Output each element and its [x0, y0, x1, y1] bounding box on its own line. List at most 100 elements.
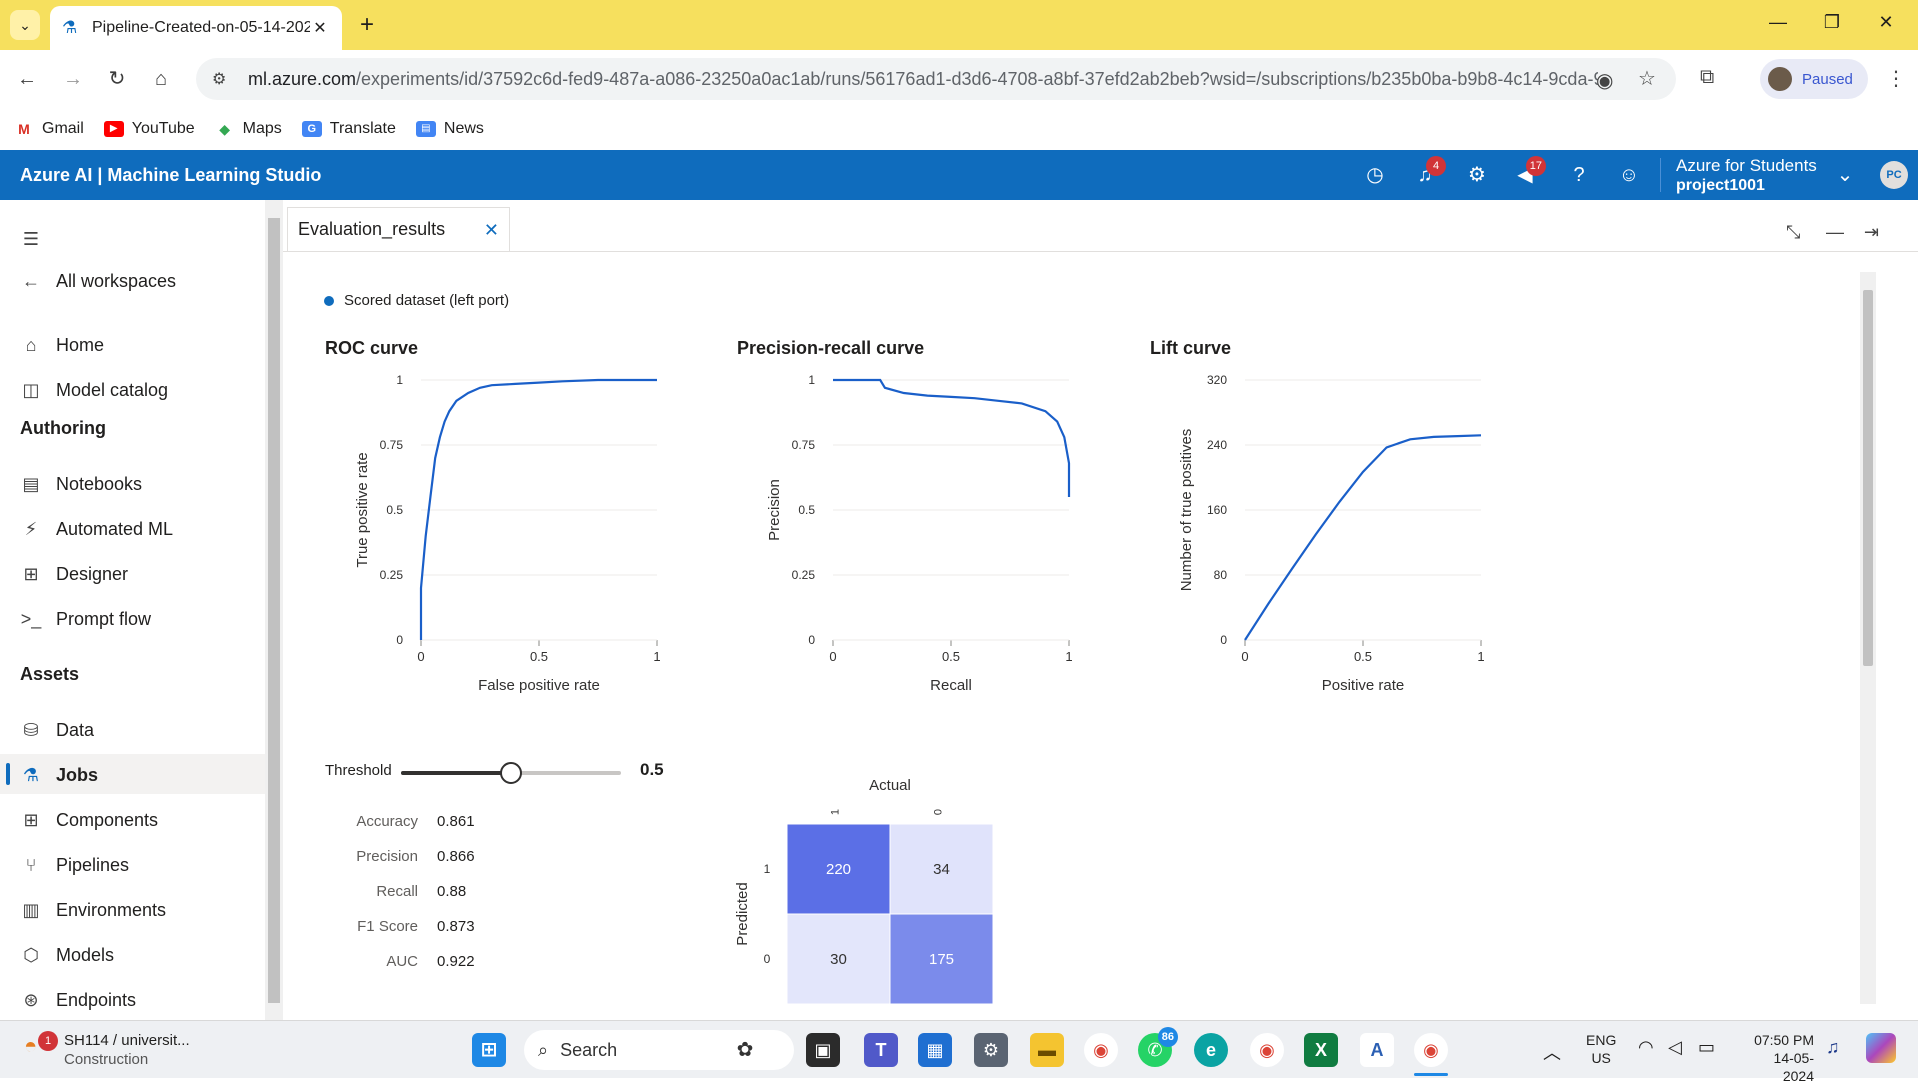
- lift-y-axis-label: Number of true positives: [1178, 429, 1195, 592]
- series-legend[interactable]: Scored dataset (left port): [324, 292, 509, 309]
- sidebar-label: Environments: [56, 899, 167, 920]
- extensions-icon[interactable]: ⧉: [1700, 66, 1714, 89]
- bookmark-gmail[interactable]: M Gmail: [14, 120, 84, 138]
- battery-icon[interactable]: ▭: [1698, 1037, 1715, 1058]
- sidebar-label: All workspaces: [56, 270, 177, 291]
- sidebar-item-notebooks[interactable]: ▤ Notebooks: [20, 467, 142, 501]
- eye-off-icon[interactable]: ◉: [1596, 68, 1613, 93]
- sidebar-scrollbar-thumb[interactable]: [268, 218, 280, 1003]
- whatsapp-icon[interactable]: ✆ 86: [1138, 1027, 1178, 1067]
- settings-gear-icon[interactable]: ⚙: [1462, 162, 1492, 188]
- gmail-icon: M: [18, 121, 30, 137]
- bookmark-youtube[interactable]: ▶ YouTube: [103, 120, 195, 138]
- url-text[interactable]: ml.azure.com/experiments/id/37592c6d-fed…: [248, 69, 1598, 90]
- chrome-icon[interactable]: ◉: [1084, 1033, 1118, 1067]
- catalog-icon: ◫: [22, 379, 40, 400]
- weather-icon[interactable]: ◓ 1: [24, 1031, 58, 1067]
- app-brand[interactable]: Azure AI | Machine Learning Studio: [20, 165, 321, 186]
- chevron-down-icon[interactable]: ⌄: [1830, 162, 1860, 188]
- site-info-icon[interactable]: ⚙: [212, 69, 234, 89]
- account-name: Azure for Students: [1676, 156, 1817, 175]
- sidebar-item-automated-ml[interactable]: ⚡ Automated ML: [20, 512, 173, 546]
- dock-panel-icon[interactable]: ⇥: [1864, 222, 1879, 243]
- excel-icon[interactable]: X: [1304, 1033, 1338, 1067]
- chrome-active-icon[interactable]: ◉: [1414, 1033, 1448, 1067]
- reload-icon[interactable]: ↻: [102, 64, 132, 94]
- notification-bell-icon[interactable]: ♫: [1826, 1037, 1840, 1058]
- sidebar-item-home[interactable]: ⌂ Home: [20, 328, 104, 362]
- threshold-slider-handle[interactable]: [500, 762, 522, 784]
- copilot-icon[interactable]: [1866, 1033, 1896, 1063]
- wifi-icon[interactable]: ◠: [1638, 1037, 1654, 1058]
- profile-button[interactable]: Paused: [1760, 59, 1868, 99]
- task-view-icon[interactable]: ▣: [806, 1033, 840, 1067]
- edge-icon[interactable]: e: [1194, 1033, 1228, 1067]
- maps-icon: ◆: [219, 121, 231, 137]
- pr-x-tick-label: 0: [829, 649, 836, 664]
- flask-icon: ⚗: [22, 764, 40, 785]
- home-icon[interactable]: ⌂: [146, 64, 176, 94]
- bookmark-translate[interactable]: G Translate: [301, 120, 396, 138]
- azure-data-icon[interactable]: A: [1360, 1033, 1394, 1067]
- tab-evaluation-results[interactable]: Evaluation_results ✕: [287, 207, 510, 251]
- bookmark-star-icon[interactable]: ☆: [1638, 66, 1656, 91]
- sidebar-item-environments[interactable]: ▥ Environments: [20, 893, 166, 927]
- bookmark-news[interactable]: ▤ News: [415, 120, 484, 138]
- settings-icon[interactable]: ⚙: [974, 1033, 1008, 1067]
- show-hidden-icons-chevron-icon[interactable]: ︿: [1543, 1039, 1561, 1065]
- teams-icon[interactable]: T: [864, 1033, 898, 1067]
- sidebar-item-data[interactable]: ⛁ Data: [20, 713, 94, 747]
- browser-tab-active[interactable]: ⚗ Pipeline-Created-on-05-14-202 ✕: [50, 6, 342, 50]
- hamburger-menu-icon[interactable]: ☰: [20, 222, 56, 256]
- predicted-class-label: 0: [764, 952, 771, 966]
- file-explorer-icon[interactable]: ▬: [1030, 1033, 1064, 1067]
- new-tab-button[interactable]: +: [352, 10, 382, 40]
- actual-axis-label: Actual: [869, 777, 911, 794]
- sidebar-item-components[interactable]: ⊞ Components: [20, 803, 158, 837]
- collapse-icon[interactable]: ⤡: [1786, 222, 1800, 243]
- restore-window-button[interactable]: ❐: [1812, 12, 1852, 33]
- profile-label: Paused: [1802, 70, 1853, 88]
- store-icon[interactable]: ▦: [918, 1033, 952, 1067]
- lift-x-axis-label: Positive rate: [1322, 677, 1405, 694]
- language-indicator[interactable]: ENG US: [1586, 1031, 1616, 1067]
- weather-widget[interactable]: SH114 / universit... Construction: [64, 1031, 190, 1069]
- notifications-bell-icon[interactable]: ♫ 4: [1410, 156, 1446, 188]
- sidebar-item-designer[interactable]: ⊞ Designer: [20, 557, 128, 591]
- tab-search-button[interactable]: ⌄: [10, 10, 40, 40]
- help-question-icon[interactable]: ?: [1564, 162, 1594, 188]
- sidebar-item-models[interactable]: ⬡ Models: [20, 938, 114, 972]
- volume-icon[interactable]: ◁: [1668, 1037, 1682, 1058]
- address-bar[interactable]: ⚙ ml.azure.com/experiments/id/37592c6d-f…: [196, 58, 1676, 100]
- minimize-panel-icon[interactable]: —: [1826, 222, 1844, 243]
- sidebar-item-prompt-flow[interactable]: >_ Prompt flow: [20, 602, 151, 636]
- close-window-button[interactable]: ✕: [1866, 12, 1906, 33]
- forward-arrow-icon[interactable]: →: [58, 64, 88, 94]
- user-avatar[interactable]: PC: [1880, 161, 1908, 189]
- minimize-window-button[interactable]: —: [1758, 12, 1798, 33]
- browser-menu-icon[interactable]: ⋮: [1886, 66, 1906, 91]
- announcements-megaphone-icon[interactable]: ◀ 17: [1510, 156, 1546, 188]
- feedback-smiley-icon[interactable]: ☺: [1614, 162, 1644, 188]
- windows-start-icon[interactable]: ⊞: [472, 1033, 506, 1067]
- metric-value: 0.866: [437, 848, 475, 865]
- chrome-profile-icon[interactable]: ◉: [1250, 1033, 1284, 1067]
- sidebar-item-endpoints[interactable]: ⊛ Endpoints: [20, 983, 136, 1017]
- workspace-name: project1001: [1676, 177, 1765, 194]
- sidebar-item-all-workspaces[interactable]: ← All workspaces: [20, 264, 176, 298]
- bookmark-maps[interactable]: ◆ Maps: [215, 120, 282, 138]
- sidebar-item-pipelines[interactable]: ⑂ Pipelines: [20, 848, 129, 882]
- tab-close-icon[interactable]: ✕: [310, 18, 330, 38]
- sidebar-item-model-catalog[interactable]: ◫ Model catalog: [20, 373, 168, 407]
- hamburger-icon: ☰: [22, 228, 40, 249]
- back-arrow-icon[interactable]: ←: [12, 64, 42, 94]
- confusion-cell-value: 175: [929, 951, 954, 968]
- main-scrollbar-thumb[interactable]: [1863, 290, 1873, 666]
- bookmarks-bar: M Gmail ▶ YouTube ◆ Maps G Translate ▤ News: [0, 108, 1918, 150]
- sidebar-item-jobs[interactable]: ⚗ Jobs: [20, 758, 98, 792]
- account-switcher[interactable]: Azure for Students project1001: [1676, 156, 1817, 196]
- clock[interactable]: 07:50 PM 14-05-2024: [1750, 1031, 1814, 1085]
- sidebar-label: Prompt flow: [56, 608, 152, 629]
- close-icon[interactable]: ✕: [484, 220, 499, 241]
- history-clock-icon[interactable]: ◷: [1360, 162, 1390, 188]
